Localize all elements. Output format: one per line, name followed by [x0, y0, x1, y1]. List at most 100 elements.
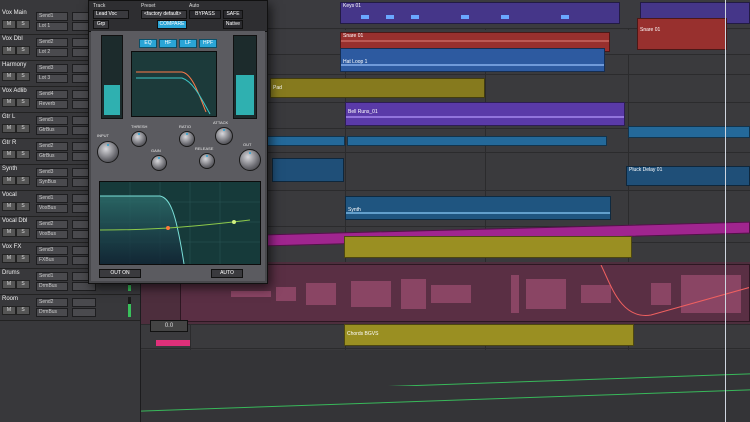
safe-button[interactable]: SAFE	[223, 10, 243, 19]
plugin-window[interactable]: Track Preset Auto Lead Voc <factory defa…	[88, 0, 268, 284]
track-label: Track	[93, 3, 106, 9]
footer-select[interactable]: AUTO	[211, 269, 243, 278]
audio-clip[interactable]	[344, 236, 632, 258]
solo-button[interactable]: S	[16, 202, 30, 211]
track-lane[interactable]	[140, 386, 750, 422]
solo-button[interactable]: S	[16, 98, 30, 107]
track-select[interactable]: Lead Voc	[93, 10, 129, 19]
audio-clip[interactable]: Pluck Delay 01	[626, 166, 750, 186]
group-select[interactable]: Grp	[93, 20, 109, 29]
fader-value[interactable]: 0.0	[150, 320, 188, 332]
audio-clip[interactable]: Hat Loop 1	[340, 48, 605, 72]
solo-button[interactable]: S	[16, 72, 30, 81]
eq-curve-display[interactable]	[99, 181, 261, 265]
footer-toggle[interactable]: OUT ON	[99, 269, 141, 278]
automation-line[interactable]	[140, 389, 750, 412]
output-slot[interactable]: Lot 1	[36, 22, 68, 31]
hpf-mode-button[interactable]: HPF	[199, 39, 217, 48]
output-slot[interactable]: GtrBus	[36, 126, 68, 135]
output-slot[interactable]: Reverb	[36, 100, 68, 109]
solo-button[interactable]: S	[16, 280, 30, 289]
level-meter	[128, 297, 131, 317]
mute-button[interactable]: M	[2, 150, 16, 159]
mute-button[interactable]: M	[2, 280, 16, 289]
send-slot[interactable]: Send2	[36, 220, 68, 229]
send-slot[interactable]: Send1	[36, 272, 68, 281]
output-slot[interactable]: VoxBus	[36, 230, 68, 239]
solo-button[interactable]: S	[16, 228, 30, 237]
send-slot[interactable]: Send4	[36, 90, 68, 99]
output-slot[interactable]: DrmBus	[36, 308, 68, 317]
compare-button[interactable]: COMPARE	[157, 20, 187, 29]
send-slot[interactable]: Send3	[36, 168, 68, 177]
track-name: Synth	[2, 166, 18, 172]
mute-button[interactable]: M	[2, 254, 16, 263]
mute-button[interactable]: M	[2, 176, 16, 185]
clip-name: Keys 01	[343, 3, 362, 9]
bypass-button[interactable]: BYPASS	[189, 10, 221, 19]
mute-button[interactable]: M	[2, 228, 16, 237]
output-slot[interactable]: SynBus	[36, 178, 68, 187]
mute-button[interactable]: M	[2, 72, 16, 81]
audio-clip[interactable]	[265, 136, 345, 146]
track-header-row[interactable]: Room M S Send2 DrmBus	[0, 294, 140, 321]
audio-clip[interactable]	[347, 136, 607, 146]
insert-slot[interactable]	[72, 298, 96, 307]
playhead[interactable]	[725, 0, 726, 422]
eq-display-small[interactable]	[131, 51, 217, 117]
output-slot[interactable]: Lot 2	[36, 48, 68, 57]
send-slot[interactable]: Send3	[36, 246, 68, 255]
send-slot[interactable]: Send3	[36, 64, 68, 73]
threshold-knob[interactable]	[131, 131, 147, 147]
track-lane[interactable]: Chords BGVS	[140, 324, 750, 349]
mute-button[interactable]: M	[2, 98, 16, 107]
audio-clip[interactable]: Bell Runs_01	[345, 102, 625, 126]
audio-clip[interactable]	[272, 158, 344, 182]
solo-button[interactable]: S	[16, 306, 30, 315]
mute-button[interactable]: M	[2, 46, 16, 55]
plugin-faceplate: EQ HF LF HPF INPUT THRESH RATIO ATTACK G…	[91, 31, 265, 281]
gain-knob[interactable]	[151, 155, 167, 171]
audio-clip[interactable]	[628, 126, 750, 138]
output-slot[interactable]: FXBus	[36, 256, 68, 265]
clip-name: Pad	[273, 85, 282, 91]
output-slot[interactable]: GtrBus	[36, 152, 68, 161]
input-knob[interactable]	[97, 141, 119, 163]
release-knob[interactable]	[199, 153, 215, 169]
audio-clip[interactable]: Pad	[270, 78, 485, 98]
solo-button[interactable]: S	[16, 176, 30, 185]
clip-name: Snare 01	[640, 27, 661, 33]
clip-name: Bell Runs_01	[348, 109, 378, 115]
output-knob[interactable]	[239, 149, 261, 171]
native-button[interactable]: Native	[223, 20, 243, 29]
output-slot[interactable]: DrmBus	[36, 282, 68, 291]
mute-button[interactable]: M	[2, 124, 16, 133]
insert-slot[interactable]	[72, 308, 96, 317]
solo-button[interactable]: S	[16, 46, 30, 55]
send-slot[interactable]: Send1	[36, 12, 68, 21]
attack-knob[interactable]	[215, 127, 233, 145]
send-slot[interactable]: Send1	[36, 194, 68, 203]
track-lane[interactable]	[140, 350, 750, 396]
hf-mode-button[interactable]: HF	[159, 39, 177, 48]
send-slot[interactable]: Send2	[36, 38, 68, 47]
send-slot[interactable]: Send2	[36, 142, 68, 151]
lf-mode-button[interactable]: LF	[179, 39, 197, 48]
midi-clip[interactable]: Keys 01	[340, 2, 620, 24]
solo-button[interactable]: S	[16, 20, 30, 29]
audio-clip[interactable]: Chords BGVS	[344, 324, 634, 346]
solo-button[interactable]: S	[16, 124, 30, 133]
ratio-knob[interactable]	[179, 131, 195, 147]
output-slot[interactable]: Lot 3	[36, 74, 68, 83]
preset-select[interactable]: <factory default>	[141, 10, 187, 19]
eq-mode-button[interactable]: EQ	[139, 39, 157, 48]
output-slot[interactable]: VoxBus	[36, 204, 68, 213]
mute-button[interactable]: M	[2, 306, 16, 315]
mute-button[interactable]: M	[2, 20, 16, 29]
send-slot[interactable]: Send2	[36, 298, 68, 307]
solo-button[interactable]: S	[16, 254, 30, 263]
send-slot[interactable]: Send1	[36, 116, 68, 125]
mute-button[interactable]: M	[2, 202, 16, 211]
solo-button[interactable]: S	[16, 150, 30, 159]
audio-clip[interactable]: Synth	[345, 196, 611, 220]
